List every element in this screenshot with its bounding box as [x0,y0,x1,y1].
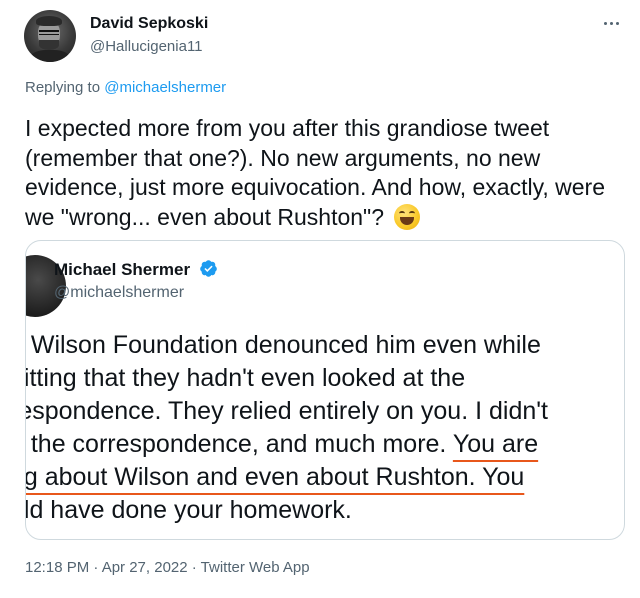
line-text: nitting that they hadn't even looked at … [25,364,466,392]
reply-mention-link[interactable]: @michaelshermer [104,79,226,96]
grinning-squinting-emoji-icon [394,203,421,230]
quoted-line-1: e Wilson Foundation denounced him even w… [25,329,624,362]
line-text: d the correspondence, and much more. [25,430,453,458]
reply-prefix: Replying to [25,79,101,96]
line-text: uld have done your homework. [25,496,352,524]
quoted-tweet-text: e Wilson Foundation denounced him even w… [25,329,624,527]
quoted-line-3: respondence. They relied entirely on you… [25,395,624,428]
tweet: David Sepkoski @Hallucigenia11 Replying … [0,0,640,598]
quoted-author-name[interactable]: Michael Shermer [54,260,190,279]
quoted-line-6: uld have done your homework. [25,494,624,527]
quoted-line-5: ng about Wilson and even about Rushton. … [25,461,624,494]
tweet-timestamp[interactable]: 12:18 PM · Apr 27, 2022 · Twitter Web Ap… [25,559,310,576]
tweet-body: I expected more from you after this gran… [25,115,606,230]
quoted-line-2: nitting that they hadn't even looked at … [25,362,624,395]
author-name[interactable]: David Sepkoski [90,15,208,33]
quoted-author-handle[interactable]: @michaelshermer [54,284,184,302]
highlighted-text: ng about Wilson and even about Rushton. … [25,463,525,491]
author-avatar[interactable] [24,10,76,62]
replying-to: Replying to @michaelshermer [25,79,226,96]
highlighted-text: You are [452,430,539,458]
quoted-line-4: d the correspondence, and much more. You… [25,428,624,461]
quoted-tweet[interactable]: Michael Shermer @michaelshermer e Wilson… [25,240,625,540]
quoted-author-name-row: Michael Shermer [54,259,218,280]
more-options-icon[interactable] [604,18,624,28]
line-text: respondence. They relied entirely on you… [25,397,548,425]
line-text: e Wilson Foundation denounced him even w… [25,331,541,359]
author-handle[interactable]: @Hallucigenia11 [90,38,203,55]
verified-badge-icon [199,260,217,277]
tweet-text: I expected more from you after this gran… [25,114,630,232]
